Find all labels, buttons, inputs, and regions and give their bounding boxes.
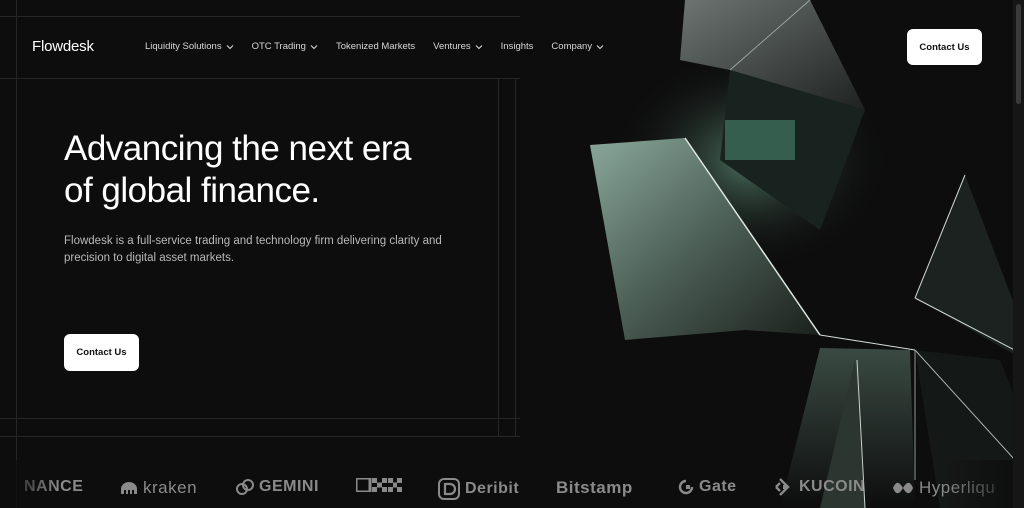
scrollbar-thumb[interactable]	[1016, 4, 1021, 104]
deribit-icon	[438, 478, 460, 500]
grid-line-center-a	[498, 78, 499, 436]
main-nav: Liquidity Solutions OTC Trading Tokenize…	[145, 41, 622, 52]
hero-title-line-1: Advancing the next era	[64, 129, 412, 168]
hero-title: Advancing the next era of global finance…	[64, 128, 494, 212]
nav-item-label: Liquidity Solutions	[145, 41, 222, 52]
gate-icon	[678, 479, 694, 495]
chevron-down-icon	[475, 44, 483, 49]
partner-logo-bitstamp: Bitstamp	[556, 478, 633, 498]
chevron-down-icon	[596, 44, 604, 49]
nav-item-insights[interactable]: Insights	[501, 41, 534, 52]
brand-logo[interactable]: Flowdesk	[32, 38, 94, 55]
nav-item-label: Ventures	[433, 41, 471, 52]
contact-us-hero-button[interactable]: Contact Us	[64, 334, 139, 371]
grid-line-left	[16, 0, 17, 508]
gemini-icon	[236, 479, 254, 495]
partner-logo-name: kraken	[143, 478, 198, 497]
contact-us-nav-button[interactable]: Contact Us	[907, 29, 982, 65]
hyperliquid-icon	[893, 482, 913, 494]
partner-logo-gate: Gate	[678, 478, 737, 496]
partner-logo-name: Bitstamp	[556, 478, 633, 497]
kucoin-icon	[775, 478, 790, 496]
nav-item-label: Insights	[500, 41, 534, 52]
hero-title-line-2: of global finance.	[64, 171, 320, 210]
partner-logo-name: Deribit	[465, 480, 520, 497]
hero-subtitle: Flowdesk is a full-service trading and t…	[64, 235, 442, 264]
nav-item-company[interactable]: Company	[551, 41, 604, 52]
partner-logo-deribit: Deribit	[438, 478, 519, 500]
kraken-icon	[121, 482, 137, 494]
nav-item-ventures[interactable]: Ventures	[433, 41, 483, 52]
partner-logo-name: GEMINI	[259, 478, 319, 495]
partner-logo-okx	[356, 478, 402, 492]
partner-logos-strip: NANCE kraken GEMINI Deribit Bitstamp Gat…	[0, 478, 1024, 508]
nav-item-tokenized-markets[interactable]: Tokenized Markets	[336, 41, 415, 52]
grid-line-center-b	[515, 78, 516, 436]
partner-logo-gemini: GEMINI	[236, 478, 319, 496]
partner-logo-name: KUCOIN	[799, 478, 866, 495]
nav-item-label: Tokenized Markets	[335, 41, 416, 52]
partner-logo-kucoin: KUCOIN	[774, 478, 865, 496]
chevron-down-icon	[310, 44, 318, 49]
nav-item-label: OTC Trading	[251, 41, 306, 52]
nav-item-label: Company	[551, 41, 593, 52]
okx-icon	[356, 478, 402, 492]
nav-item-liquidity-solutions[interactable]: Liquidity Solutions	[145, 41, 234, 52]
logos-fade-left	[0, 460, 60, 508]
logos-fade-right	[944, 460, 1024, 508]
nav-item-otc-trading[interactable]: OTC Trading	[252, 41, 318, 52]
partner-logo-kraken: kraken	[120, 478, 197, 498]
chevron-down-icon	[226, 44, 233, 49]
partner-logo-name: Gate	[699, 478, 737, 495]
hero-abstract-art	[520, 0, 1024, 508]
